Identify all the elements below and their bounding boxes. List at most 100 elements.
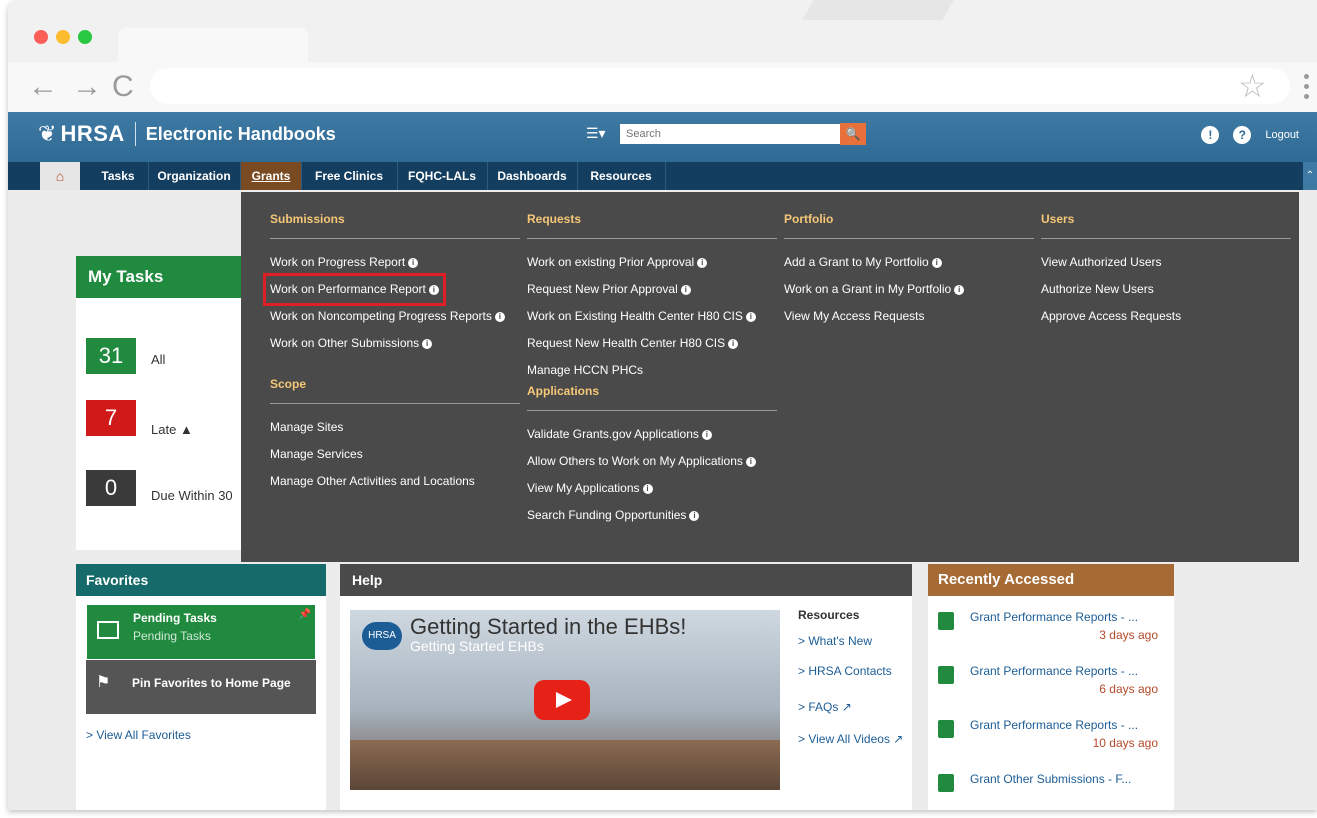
- late-tasks-label-wrap[interactable]: Late ▲: [151, 422, 193, 437]
- info-icon[interactable]: i: [422, 338, 433, 349]
- favorite-pending-tasks[interactable]: Pending Tasks Pending Tasks 📌: [86, 604, 316, 660]
- link-label[interactable]: Work on Other Submissions: [270, 336, 419, 350]
- all-tasks-label[interactable]: All: [151, 352, 165, 367]
- back-arrow-icon[interactable]: ←: [28, 70, 58, 104]
- manage-sites-link[interactable]: Manage Sites: [270, 414, 520, 441]
- request-new-h80-cis-link[interactable]: Request New Health Center H80 CIS i: [527, 330, 777, 357]
- info-icon[interactable]: i: [642, 483, 653, 494]
- late-tasks-label[interactable]: Late: [151, 422, 176, 437]
- view-all-videos-link[interactable]: > View All Videos ↗: [798, 732, 903, 746]
- hrsa-contacts-link[interactable]: > HRSA Contacts: [798, 664, 892, 678]
- maximize-window-button[interactable]: [78, 30, 92, 44]
- minimize-window-button[interactable]: [56, 30, 70, 44]
- link-label[interactable]: Work on existing Prior Approval: [527, 255, 694, 269]
- search-input[interactable]: [620, 124, 850, 144]
- home-icon[interactable]: ⌂: [40, 162, 80, 190]
- view-my-applications-link[interactable]: View My Applications i: [527, 475, 777, 502]
- manage-services-link[interactable]: Manage Services: [270, 441, 520, 468]
- nav-grants[interactable]: Grants: [241, 162, 302, 190]
- authorize-new-users-link[interactable]: Authorize New Users: [1041, 276, 1291, 303]
- request-new-prior-approval-link[interactable]: Request New Prior Approval i: [527, 276, 777, 303]
- info-icon[interactable]: i: [697, 257, 708, 268]
- bookmark-star-icon[interactable]: ☆: [1238, 70, 1267, 102]
- view-authorized-users-link[interactable]: View Authorized Users: [1041, 249, 1291, 276]
- nav-resources[interactable]: Resources: [577, 162, 666, 190]
- info-icon[interactable]: i: [428, 284, 439, 295]
- recent-item[interactable]: Grant Performance Reports - ... 10 days …: [938, 716, 1168, 766]
- link-label[interactable]: Work on Progress Report: [270, 255, 405, 269]
- info-icon[interactable]: i: [745, 456, 756, 467]
- allow-others-link[interactable]: Allow Others to Work on My Applications i: [527, 448, 777, 475]
- faqs-link[interactable]: > FAQs ↗: [798, 700, 852, 714]
- browser-tab[interactable]: [118, 28, 308, 62]
- favorite-title[interactable]: Pending Tasks: [133, 611, 217, 625]
- collapse-nav-icon[interactable]: ⌃: [1303, 162, 1317, 190]
- approve-access-requests-link[interactable]: Approve Access Requests: [1041, 303, 1291, 330]
- link-label[interactable]: Request New Health Center H80 CIS: [527, 336, 725, 350]
- favorite-subtitle[interactable]: Pending Tasks: [133, 629, 211, 643]
- work-on-other-submissions-link[interactable]: Work on Other Submissions i: [270, 330, 520, 357]
- recent-item-title[interactable]: Grant Performance Reports - ...: [970, 664, 1138, 678]
- videos-label[interactable]: > View All Videos: [798, 732, 890, 746]
- add-grant-to-portfolio-link[interactable]: Add a Grant to My Portfolio i: [784, 249, 1034, 276]
- link-label[interactable]: Work on a Grant in My Portfolio: [784, 282, 951, 296]
- link-label[interactable]: Work on Existing Health Center H80 CIS: [527, 309, 743, 323]
- info-icon[interactable]: i: [494, 311, 505, 322]
- recent-item-title[interactable]: Grant Performance Reports - ...: [970, 610, 1138, 624]
- recent-item[interactable]: Grant Other Submissions - F...: [938, 770, 1168, 810]
- hrsa-logo[interactable]: ❦ HRSA Electronic Handbooks: [38, 121, 336, 147]
- reload-icon[interactable]: C: [112, 70, 134, 104]
- search-button[interactable]: 🔍: [840, 123, 866, 145]
- link-label[interactable]: Search Funding Opportunities: [527, 508, 686, 522]
- link-label[interactable]: Add a Grant to My Portfolio: [784, 255, 929, 269]
- link-label[interactable]: Validate Grants.gov Applications: [527, 427, 699, 441]
- validate-grants-gov-link[interactable]: Validate Grants.gov Applications i: [527, 421, 777, 448]
- pin-favorites-button[interactable]: ⚑ Pin Favorites to Home Page: [86, 660, 316, 714]
- nav-tasks[interactable]: Tasks: [88, 162, 149, 190]
- nav-dashboards[interactable]: Dashboards: [487, 162, 578, 190]
- whats-new-link[interactable]: > What's New: [798, 634, 872, 648]
- work-on-existing-prior-approval-link[interactable]: Work on existing Prior Approval i: [527, 249, 777, 276]
- manage-other-activities-link[interactable]: Manage Other Activities and Locations: [270, 468, 520, 495]
- nav-organization[interactable]: Organization: [148, 162, 241, 190]
- info-icon[interactable]: i: [954, 284, 965, 295]
- info-icon[interactable]: i: [680, 284, 691, 295]
- highlight-box[interactable]: Work on Performance Report i: [263, 273, 446, 306]
- recent-item[interactable]: Grant Performance Reports - ... 6 days a…: [938, 662, 1168, 712]
- info-icon[interactable]: i: [408, 257, 419, 268]
- work-on-noncompeting-progress-reports-link[interactable]: Work on Noncompeting Progress Reports i: [270, 303, 520, 330]
- faqs-label[interactable]: > FAQs: [798, 700, 838, 714]
- help-icon[interactable]: ?: [1233, 126, 1252, 144]
- link-label[interactable]: Work on Performance Report: [270, 282, 426, 296]
- close-window-button[interactable]: [34, 30, 48, 44]
- info-icon[interactable]: i: [701, 429, 712, 440]
- recent-item-title[interactable]: Grant Other Submissions - F...: [970, 772, 1131, 786]
- play-button[interactable]: [534, 680, 590, 720]
- manage-hccn-phcs-link[interactable]: Manage HCCN PHCs: [527, 357, 777, 384]
- browser-menu-icon[interactable]: [1304, 74, 1310, 104]
- recent-item-title[interactable]: Grant Performance Reports - ...: [970, 718, 1138, 732]
- address-bar[interactable]: [150, 68, 1290, 104]
- info-icon[interactable]: i: [728, 338, 739, 349]
- link-label[interactable]: Work on Noncompeting Progress Reports: [270, 309, 492, 323]
- forward-arrow-icon[interactable]: →: [72, 70, 102, 104]
- work-on-progress-report-link[interactable]: Work on Progress Report i: [270, 249, 520, 276]
- profile-icon[interactable]: !: [1201, 126, 1220, 144]
- link-label[interactable]: Request New Prior Approval: [527, 282, 678, 296]
- nav-fqhc-lals[interactable]: FQHC-LALs: [397, 162, 488, 190]
- pin-icon[interactable]: 📌: [299, 609, 311, 620]
- due-tasks-label[interactable]: Due Within 30: [151, 488, 233, 503]
- work-on-existing-h80-cis-link[interactable]: Work on Existing Health Center H80 CIS i: [527, 303, 777, 330]
- work-on-performance-report-link[interactable]: Work on Performance Report i: [263, 273, 520, 306]
- view-all-favorites-link[interactable]: > View All Favorites: [86, 728, 191, 742]
- link-label[interactable]: View My Applications: [527, 481, 640, 495]
- hamburger-menu-icon[interactable]: ☰▾: [586, 125, 606, 142]
- due-tasks-count[interactable]: 0: [86, 470, 136, 506]
- nav-free-clinics[interactable]: Free Clinics: [301, 162, 398, 190]
- video-player[interactable]: HRSA Getting Started in the EHBs! Gettin…: [350, 610, 780, 790]
- search-funding-opportunities-link[interactable]: Search Funding Opportunities i: [527, 502, 777, 529]
- info-icon[interactable]: i: [745, 311, 756, 322]
- info-icon[interactable]: i: [931, 257, 942, 268]
- work-on-grant-in-portfolio-link[interactable]: Work on a Grant in My Portfolio i: [784, 276, 1034, 303]
- late-tasks-count[interactable]: 7: [86, 400, 136, 436]
